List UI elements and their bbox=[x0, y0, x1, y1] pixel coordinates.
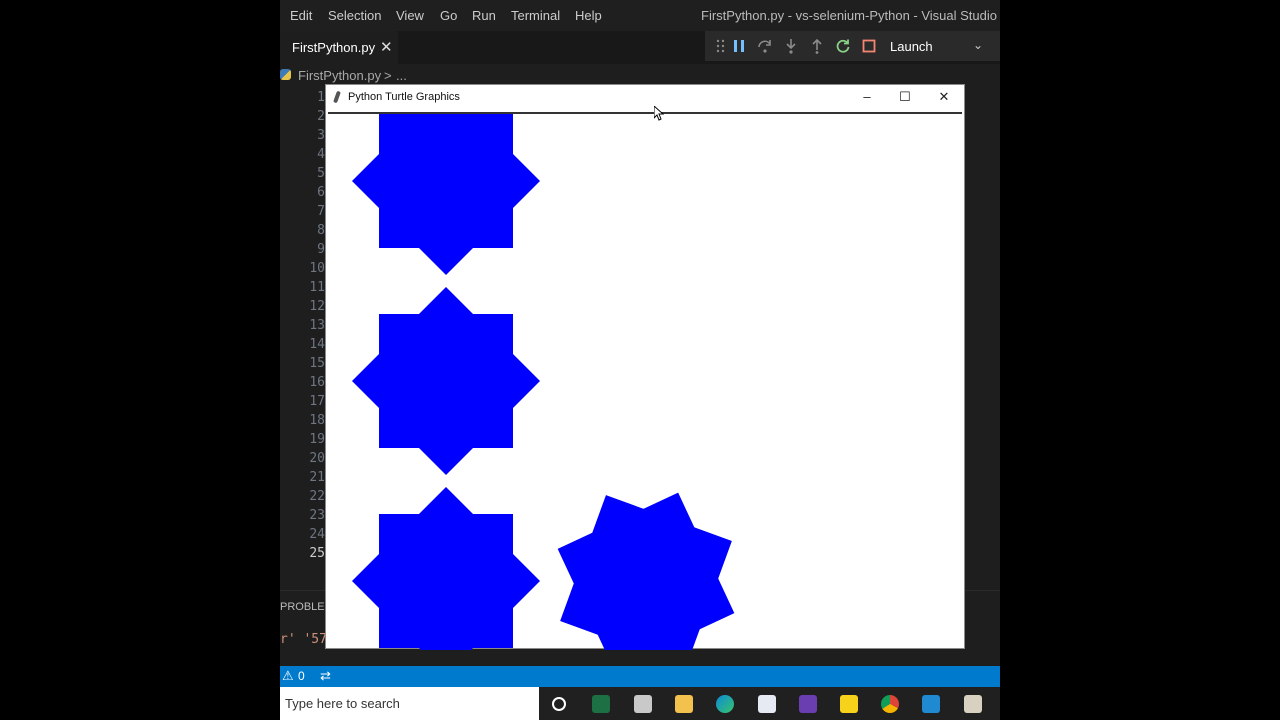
line-number: 12 bbox=[309, 299, 325, 314]
turtle-canvas[interactable] bbox=[328, 112, 962, 650]
maximize-button[interactable]: ☐ bbox=[890, 89, 920, 107]
status-bar: ⚠ 0 ⇄ bbox=[280, 666, 1000, 687]
line-number: 17 bbox=[309, 394, 325, 409]
breadcrumb-symbol[interactable]: ... bbox=[396, 68, 407, 83]
launch-config[interactable]: Launch bbox=[890, 39, 933, 54]
taskbar-search-input[interactable]: Type here to search bbox=[280, 687, 539, 720]
vscode-window: Edit Selection View Go Run Terminal Help… bbox=[280, 0, 1000, 720]
menu-edit[interactable]: Edit bbox=[290, 8, 312, 23]
cortana-icon[interactable] bbox=[552, 697, 566, 711]
line-number: 4 bbox=[317, 147, 325, 162]
sticky-notes-icon[interactable] bbox=[840, 695, 858, 713]
line-number: 24 bbox=[309, 527, 325, 542]
edge-icon[interactable] bbox=[716, 695, 734, 713]
chrome-icon[interactable] bbox=[881, 695, 899, 713]
minimize-button[interactable]: – bbox=[852, 89, 882, 107]
excel-icon[interactable] bbox=[592, 695, 610, 713]
turtle-window-titlebar[interactable]: Python Turtle Graphics – ☐ ✕ bbox=[326, 85, 964, 112]
line-number: 5 bbox=[317, 166, 325, 181]
close-button[interactable]: ✕ bbox=[929, 89, 959, 107]
line-number: 10 bbox=[309, 261, 325, 276]
line-number: 11 bbox=[309, 280, 325, 295]
remote-icon[interactable]: ⇄ bbox=[320, 668, 331, 684]
line-number: 6 bbox=[317, 185, 325, 200]
line-number: 1 bbox=[317, 90, 325, 105]
visual-studio-icon[interactable] bbox=[799, 695, 817, 713]
line-number: 23 bbox=[309, 508, 325, 523]
line-number: 2 bbox=[317, 109, 325, 124]
file-explorer-icon[interactable] bbox=[675, 695, 693, 713]
paint-icon[interactable] bbox=[634, 695, 652, 713]
step-out-icon[interactable] bbox=[809, 38, 825, 54]
paint3d-icon[interactable] bbox=[964, 695, 982, 713]
line-number: 20 bbox=[309, 451, 325, 466]
chevron-right-icon: > bbox=[384, 68, 392, 83]
menu-terminal[interactable]: Terminal bbox=[511, 8, 560, 23]
menu-help[interactable]: Help bbox=[575, 8, 602, 23]
step-into-icon[interactable] bbox=[783, 38, 799, 54]
warning-icon[interactable]: ⚠ bbox=[282, 668, 294, 684]
search-placeholder: Type here to search bbox=[285, 696, 400, 711]
line-number: 13 bbox=[309, 318, 325, 333]
breadcrumb-file[interactable]: FirstPython.py bbox=[298, 68, 381, 83]
feather-icon bbox=[333, 90, 341, 104]
line-number: 8 bbox=[317, 223, 325, 238]
menu-run[interactable]: Run bbox=[472, 8, 496, 23]
terminal-output: r' '57 bbox=[280, 632, 327, 647]
star-shape-4-rotated bbox=[557, 492, 735, 650]
line-number: 18 bbox=[309, 413, 325, 428]
line-number: 14 bbox=[309, 337, 325, 352]
close-icon[interactable]: ✕ bbox=[380, 38, 393, 56]
tab-firstpython[interactable]: FirstPython.py ✕ bbox=[280, 31, 398, 64]
turtle-window-title: Python Turtle Graphics bbox=[348, 91, 460, 103]
notepad-icon[interactable] bbox=[758, 695, 776, 713]
line-number: 15 bbox=[309, 356, 325, 371]
pause-icon[interactable] bbox=[731, 38, 747, 54]
turtle-graphics-window: Python Turtle Graphics – ☐ ✕ bbox=[325, 84, 965, 650]
line-number: 22 bbox=[309, 489, 325, 504]
breadcrumb: FirstPython.py > ... bbox=[280, 64, 1000, 86]
turtle-drawing bbox=[352, 114, 735, 650]
chevron-down-icon[interactable]: ⌄ bbox=[973, 38, 983, 52]
line-number: 7 bbox=[317, 204, 325, 219]
menu-bar: Edit Selection View Go Run Terminal Help… bbox=[280, 0, 1000, 31]
line-number: 9 bbox=[317, 242, 325, 257]
line-number: 16 bbox=[309, 375, 325, 390]
python-file-icon bbox=[280, 69, 291, 80]
star-shape-3 bbox=[352, 487, 540, 650]
star-shape-1 bbox=[352, 114, 540, 275]
tab-label: FirstPython.py bbox=[292, 40, 376, 55]
step-over-icon[interactable] bbox=[757, 38, 773, 54]
problem-count[interactable]: 0 bbox=[298, 669, 305, 683]
line-number: 21 bbox=[309, 470, 325, 485]
star-shape-2 bbox=[352, 287, 540, 475]
windows-taskbar: Type here to search bbox=[280, 687, 1000, 720]
stop-icon[interactable] bbox=[861, 38, 877, 54]
mouse-cursor-icon bbox=[654, 106, 664, 121]
debug-toolbar: Launch ⌄ bbox=[705, 31, 1000, 61]
window-title: FirstPython.py - vs-selenium-Python - Vi… bbox=[701, 8, 1000, 23]
line-number: 19 bbox=[309, 432, 325, 447]
menu-go[interactable]: Go bbox=[440, 8, 457, 23]
line-number: 3 bbox=[317, 128, 325, 143]
restart-icon[interactable] bbox=[835, 38, 851, 54]
menu-selection[interactable]: Selection bbox=[328, 8, 381, 23]
menu-view[interactable]: View bbox=[396, 8, 424, 23]
line-number-active: 25 bbox=[309, 546, 325, 561]
grip-icon[interactable] bbox=[713, 38, 729, 54]
vscode-icon[interactable] bbox=[922, 695, 940, 713]
